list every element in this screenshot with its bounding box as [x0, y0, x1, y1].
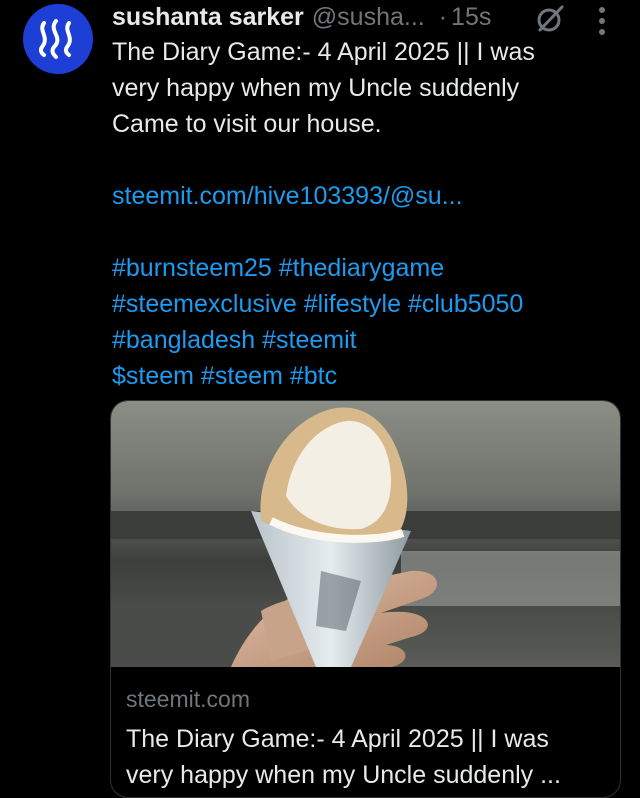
card-title-line: The Diary Game:- 4 April 2025 || I was: [126, 725, 549, 753]
more-vertical-icon[interactable]: [598, 6, 606, 36]
author-name[interactable]: sushanta sarker: [112, 3, 304, 32]
hashtag-line[interactable]: #bangladesh #steemit: [112, 322, 612, 358]
hashtag-line[interactable]: $steem #steem #btc: [112, 358, 612, 394]
post-text-line: Came to visit our house.: [112, 110, 382, 138]
grok-icon[interactable]: [534, 3, 566, 35]
hashtag-line[interactable]: #burnsteem25 #thediarygame: [112, 250, 612, 286]
author-handle[interactable]: @susha...: [312, 3, 425, 32]
card-image[interactable]: [111, 401, 620, 667]
hashtag-line[interactable]: #steemexclusive #lifestyle #club5050: [112, 286, 612, 322]
post-text-line: very happy when my Uncle suddenly: [112, 74, 520, 102]
post-body: The Diary Game:- 4 April 2025 || I was v…: [112, 34, 612, 394]
link-preview-card[interactable]: steemit.com The Diary Game:- 4 April 202…: [110, 400, 621, 798]
avatar[interactable]: [23, 4, 93, 74]
post-header: sushanta sarker @susha... · 15s: [112, 0, 491, 34]
post-time[interactable]: 15s: [451, 3, 491, 32]
steem-logo-icon: [38, 19, 72, 59]
post-text-line: The Diary Game:- 4 April 2025 || I was: [112, 38, 535, 66]
card-title-line: very happy when my Uncle suddenly ...: [126, 761, 561, 789]
card-title: The Diary Game:- 4 April 2025 || I was v…: [126, 721, 611, 793]
card-domain: steemit.com: [126, 686, 250, 712]
separator-dot: ·: [438, 2, 448, 31]
post-link[interactable]: steemit.com/hive103393/@su...: [112, 178, 612, 214]
